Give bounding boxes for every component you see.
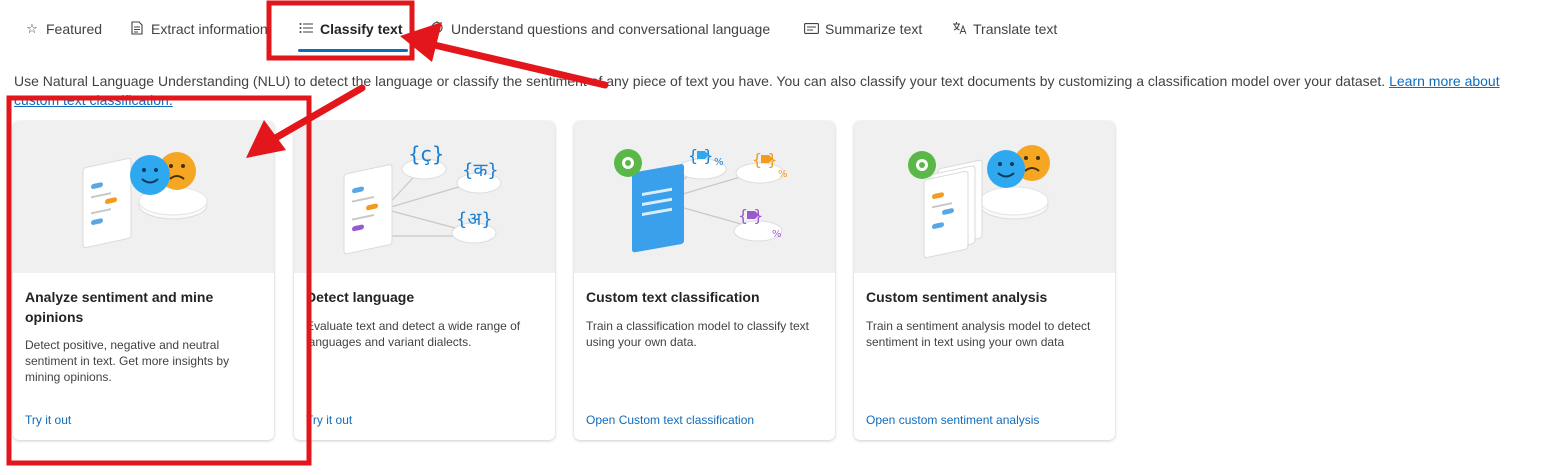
glyph-label: {अ} <box>456 209 493 230</box>
page-description: Use Natural Language Understanding (NLU)… <box>14 72 1534 110</box>
active-tab-indicator <box>298 49 408 52</box>
classification-illustration: { } % { } % { } % <box>574 121 835 273</box>
open-custom-text-classification-link[interactable]: Open Custom text classification <box>586 413 754 427</box>
tab-extract-information[interactable]: Extract information <box>129 18 268 40</box>
card-description: Train a classification model to classify… <box>586 319 809 349</box>
card-description: Evaluate text and detect a wide range of… <box>306 319 521 349</box>
try-it-out-link[interactable]: Try it out <box>25 413 71 427</box>
description-text: Use Natural Language Understanding (NLU)… <box>14 73 1390 89</box>
chat-icon <box>429 20 445 38</box>
document-icon <box>129 20 145 38</box>
card-title: Custom sentiment analysis <box>866 289 1048 305</box>
card-detect-language[interactable]: {ç} {क} {अ} Detect language Evaluate tex… <box>294 121 555 440</box>
tab-understand-questions[interactable]: Understand questions and conversational … <box>429 18 770 40</box>
tab-label: Extract information <box>151 21 268 37</box>
percent-glyph: % <box>714 157 724 168</box>
card-custom-sentiment-analysis[interactable]: Custom sentiment analysis Train a sentim… <box>854 121 1115 440</box>
try-it-out-link[interactable]: Try it out <box>306 413 352 427</box>
tab-summarize-text[interactable]: Summarize text <box>803 18 922 40</box>
tab-bar: ☆ Featured Extract information Classify … <box>0 0 1560 56</box>
summary-icon <box>803 22 819 37</box>
translate-icon <box>951 21 967 38</box>
tab-classify-text[interactable]: Classify text <box>298 18 402 40</box>
sentiment-illustration <box>13 121 274 273</box>
card-custom-text-classification[interactable]: { } % { } % { } % Custom text classifica… <box>574 121 835 440</box>
tab-label: Classify text <box>320 21 403 37</box>
language-illustration: {ç} {क} {अ} <box>294 121 555 273</box>
card-title: Detect language <box>306 289 415 305</box>
glyph-label: {ç} <box>408 142 444 166</box>
star-icon: ☆ <box>26 21 38 36</box>
card-description: Detect positive, negative and neutral se… <box>25 338 230 384</box>
list-icon <box>298 22 314 37</box>
tab-label: Summarize text <box>825 21 923 37</box>
open-custom-sentiment-analysis-link[interactable]: Open custom sentiment analysis <box>866 413 1039 427</box>
card-description: Train a sentiment analysis model to dete… <box>866 319 1091 349</box>
card-title: Custom text classification <box>586 289 760 305</box>
custom-sentiment-illustration <box>854 121 1115 273</box>
card-title: Analyze sentiment and mine opinions <box>25 289 214 325</box>
tab-featured[interactable]: ☆ Featured <box>24 18 102 40</box>
percent-glyph: % <box>778 169 788 180</box>
glyph-label: {क} <box>462 160 499 181</box>
card-analyze-sentiment[interactable]: Analyze sentiment and mine opinions Dete… <box>13 121 274 440</box>
tab-label: Featured <box>46 21 103 37</box>
tab-translate-text[interactable]: Translate text <box>951 18 1057 40</box>
tab-label: Translate text <box>973 21 1058 37</box>
percent-glyph: % <box>772 229 782 240</box>
tab-label: Understand questions and conversational … <box>451 21 771 37</box>
